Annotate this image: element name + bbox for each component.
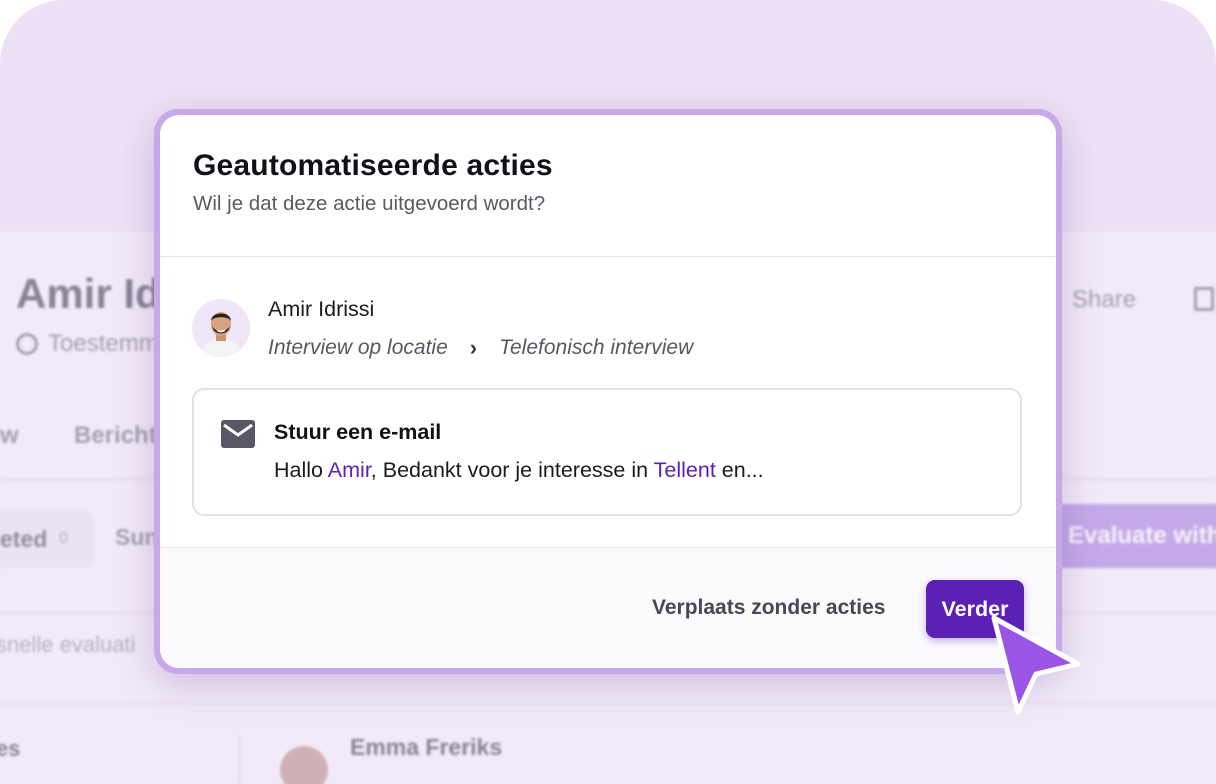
bg-pill-label: eted (0, 525, 48, 552)
bg-consent-label: Toestemm (48, 330, 159, 357)
preview-text: en... (715, 458, 764, 482)
bg-pill-completed: eted 0 (0, 510, 94, 568)
preview-text: , Bedankt voor je interesse in (370, 458, 654, 482)
modal-subtitle: Wil je dat deze actie uitgevoerd wordt? (193, 192, 546, 215)
user-circle-icon (16, 333, 38, 355)
bg-consent: Toestemm (16, 330, 159, 358)
modal-header: Geautomatiseerde acties Wil je dat deze … (160, 115, 1056, 257)
bg-pill-count: 0 (59, 530, 69, 547)
bg-candidate-name: Amir Id (16, 270, 161, 317)
from-stage: Interview op locatie (268, 336, 448, 359)
email-action-card: Stuur een e-mail Hallo Amir, Bedankt voo… (192, 388, 1022, 516)
action-preview: Hallo Amir, Bedankt voor je interesse in… (274, 458, 764, 483)
modal-footer: Verplaats zonder acties Verder (160, 547, 1056, 668)
preview-text: Hallo (274, 458, 328, 482)
preview-variable-company: Tellent (653, 458, 716, 482)
bg-list-person-name: Emma Freriks (350, 734, 503, 760)
modal-title: Geautomatiseerde acties (193, 149, 553, 182)
skip-actions-button[interactable]: Verplaats zonder acties (652, 596, 885, 620)
avatar (280, 746, 328, 784)
bookmark-icon (1194, 287, 1214, 311)
automated-actions-modal: Geautomatiseerde acties Wil je dat deze … (160, 115, 1056, 668)
avatar (192, 299, 250, 357)
modal-frame: Geautomatiseerde acties Wil je dat deze … (154, 109, 1062, 674)
bg-pill-summary: Sun (115, 524, 159, 550)
bg-tab: w (0, 422, 19, 449)
bg-tab-messages: Bericht (74, 422, 157, 449)
stage-transition: Interview op locatie › Telefonisch inter… (268, 335, 693, 361)
avatar-portrait-icon (192, 299, 250, 357)
divider (238, 734, 240, 784)
preview-variable-name: Amir (327, 458, 371, 482)
mail-icon (221, 420, 255, 448)
candidate-name: Amir Idrissi (268, 297, 375, 321)
bg-evaluate-button: Evaluate with (1050, 504, 1216, 568)
to-stage: Telefonisch interview (499, 336, 694, 359)
page-canvas: Amir Id Toestemm Share w Bericht eted 0 … (0, 0, 1216, 784)
action-title: Stuur een e-mail (274, 420, 442, 444)
bg-section-heading: es (0, 736, 21, 761)
chevron-right-icon: › (469, 335, 478, 360)
candidate-row: Amir Idrissi Interview op locatie › Tele… (192, 297, 1012, 367)
bg-quick-eval: snelle evaluati (0, 632, 136, 657)
bg-share-label: Share (1072, 286, 1137, 313)
cursor-arrow-icon (991, 615, 1081, 715)
